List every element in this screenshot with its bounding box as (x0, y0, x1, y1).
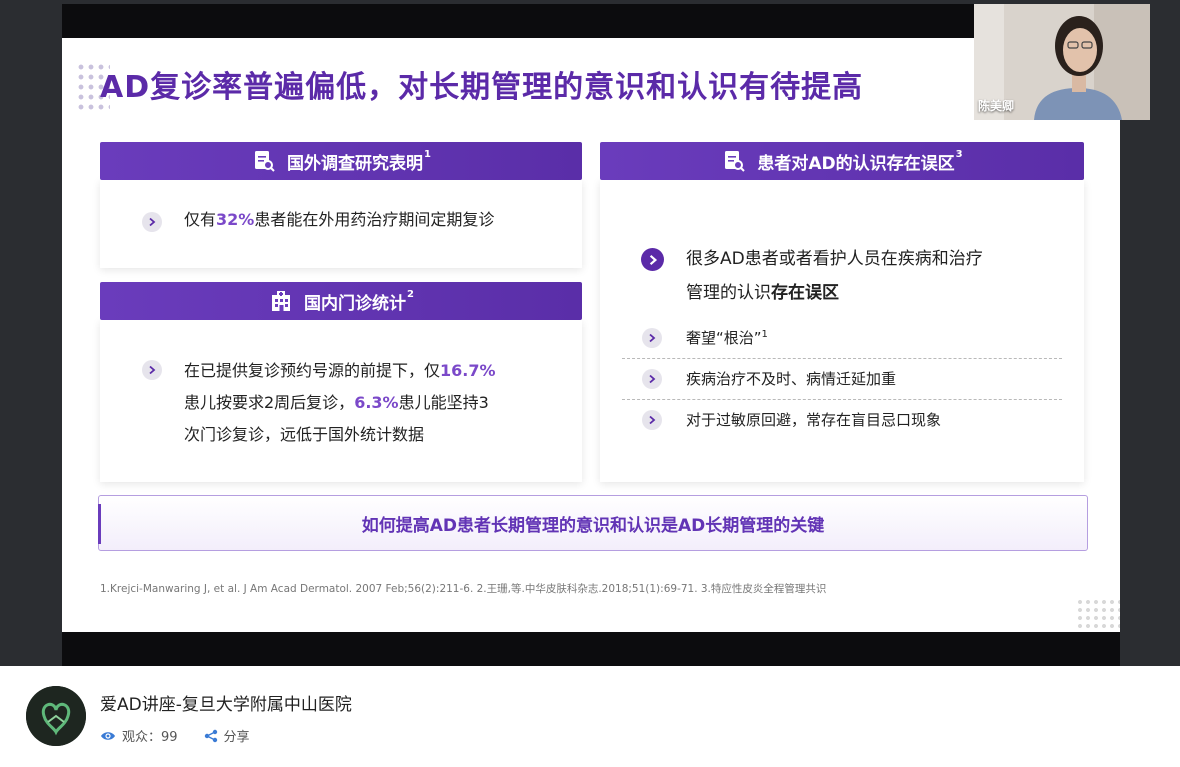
channel-meta: 观众：99 分享 (100, 726, 250, 745)
chevron-right-icon (642, 369, 662, 389)
webcam-overlay: 陈美卿 (974, 4, 1150, 120)
misconception-item: 疾病治疗不及时、病情迁延加重 (686, 370, 897, 388)
panel-header-misconceptions: 患者对AD的认识存在误区3 (600, 142, 1084, 180)
chevron-right-icon (142, 212, 162, 232)
presenter-name: 陈美卿 (978, 99, 1015, 113)
share-icon[interactable] (204, 729, 218, 743)
panel-header-label: 患者对AD的认识存在误区 (757, 153, 955, 174)
misconception-item: 奢望“根治”1 (686, 329, 768, 347)
hospital-icon (268, 288, 294, 314)
misconception-item: 对于过敏原回避，常存在盲目忌口现象 (686, 411, 942, 429)
panel3-main-text: 很多AD患者或者看护人员在疾病和治疗 管理的认识存在误区 (686, 249, 983, 303)
references: 1.Krejci-Manwaring J, et al. J Am Acad D… (100, 583, 827, 595)
eye-icon (100, 730, 116, 742)
channel-title: 爱AD讲座-复旦大学附属中山医院 (100, 695, 352, 715)
key-message-banner: 如何提高AD患者长期管理的意识和认识是AD长期管理的关键 (98, 495, 1088, 551)
chevron-right-icon (142, 360, 162, 380)
banner-text: 如何提高AD患者长期管理的意识和认识是AD长期管理的关键 (361, 515, 825, 536)
panel-header-label: 国内门诊统计 (304, 293, 407, 314)
document-search-icon (251, 148, 277, 174)
chevron-right-icon (642, 410, 662, 430)
channel-avatar[interactable] (26, 686, 86, 746)
presentation-slide: AD复诊率普遍偏低，对长期管理的意识和认识有待提高 国外调查研究表明1 仅有32… (62, 38, 1120, 632)
live-stream-page: AD复诊率普遍偏低，对长期管理的意识和认识有待提高 国外调查研究表明1 仅有32… (0, 0, 1180, 767)
share-button[interactable]: 分享 (224, 726, 250, 745)
panel1-text: 仅有32%患者能在外用药治疗期间定期复诊 (184, 210, 495, 229)
viewer-count: 观众：99 (122, 730, 178, 745)
panel-header-label: 国外调查研究表明 (287, 153, 424, 174)
divider (622, 399, 1062, 400)
document-search-icon (721, 148, 747, 174)
panel-misconceptions (600, 180, 1084, 482)
channel-logo-icon (26, 686, 86, 746)
decor-dot-grid (1076, 598, 1120, 632)
divider (622, 358, 1062, 359)
panel2-text: 在已提供复诊预约号源的前提下，仅16.7% 患儿按要求2周后复诊，6.3%患儿能… (184, 361, 496, 444)
video-player[interactable]: AD复诊率普遍偏低，对长期管理的意识和认识有待提高 国外调查研究表明1 仅有32… (0, 0, 1180, 666)
channel-info-bar: 爱AD讲座-复旦大学附属中山医院 观众：99 分享 (0, 666, 1180, 767)
slide-title: AD复诊率普遍偏低，对长期管理的意识和认识有待提高 (100, 70, 864, 105)
panel-header-foreign-survey: 国外调查研究表明1 (100, 142, 582, 180)
chevron-right-icon (642, 328, 662, 348)
chevron-right-icon (641, 248, 664, 271)
panel-header-domestic-stats: 国内门诊统计2 (100, 282, 582, 320)
